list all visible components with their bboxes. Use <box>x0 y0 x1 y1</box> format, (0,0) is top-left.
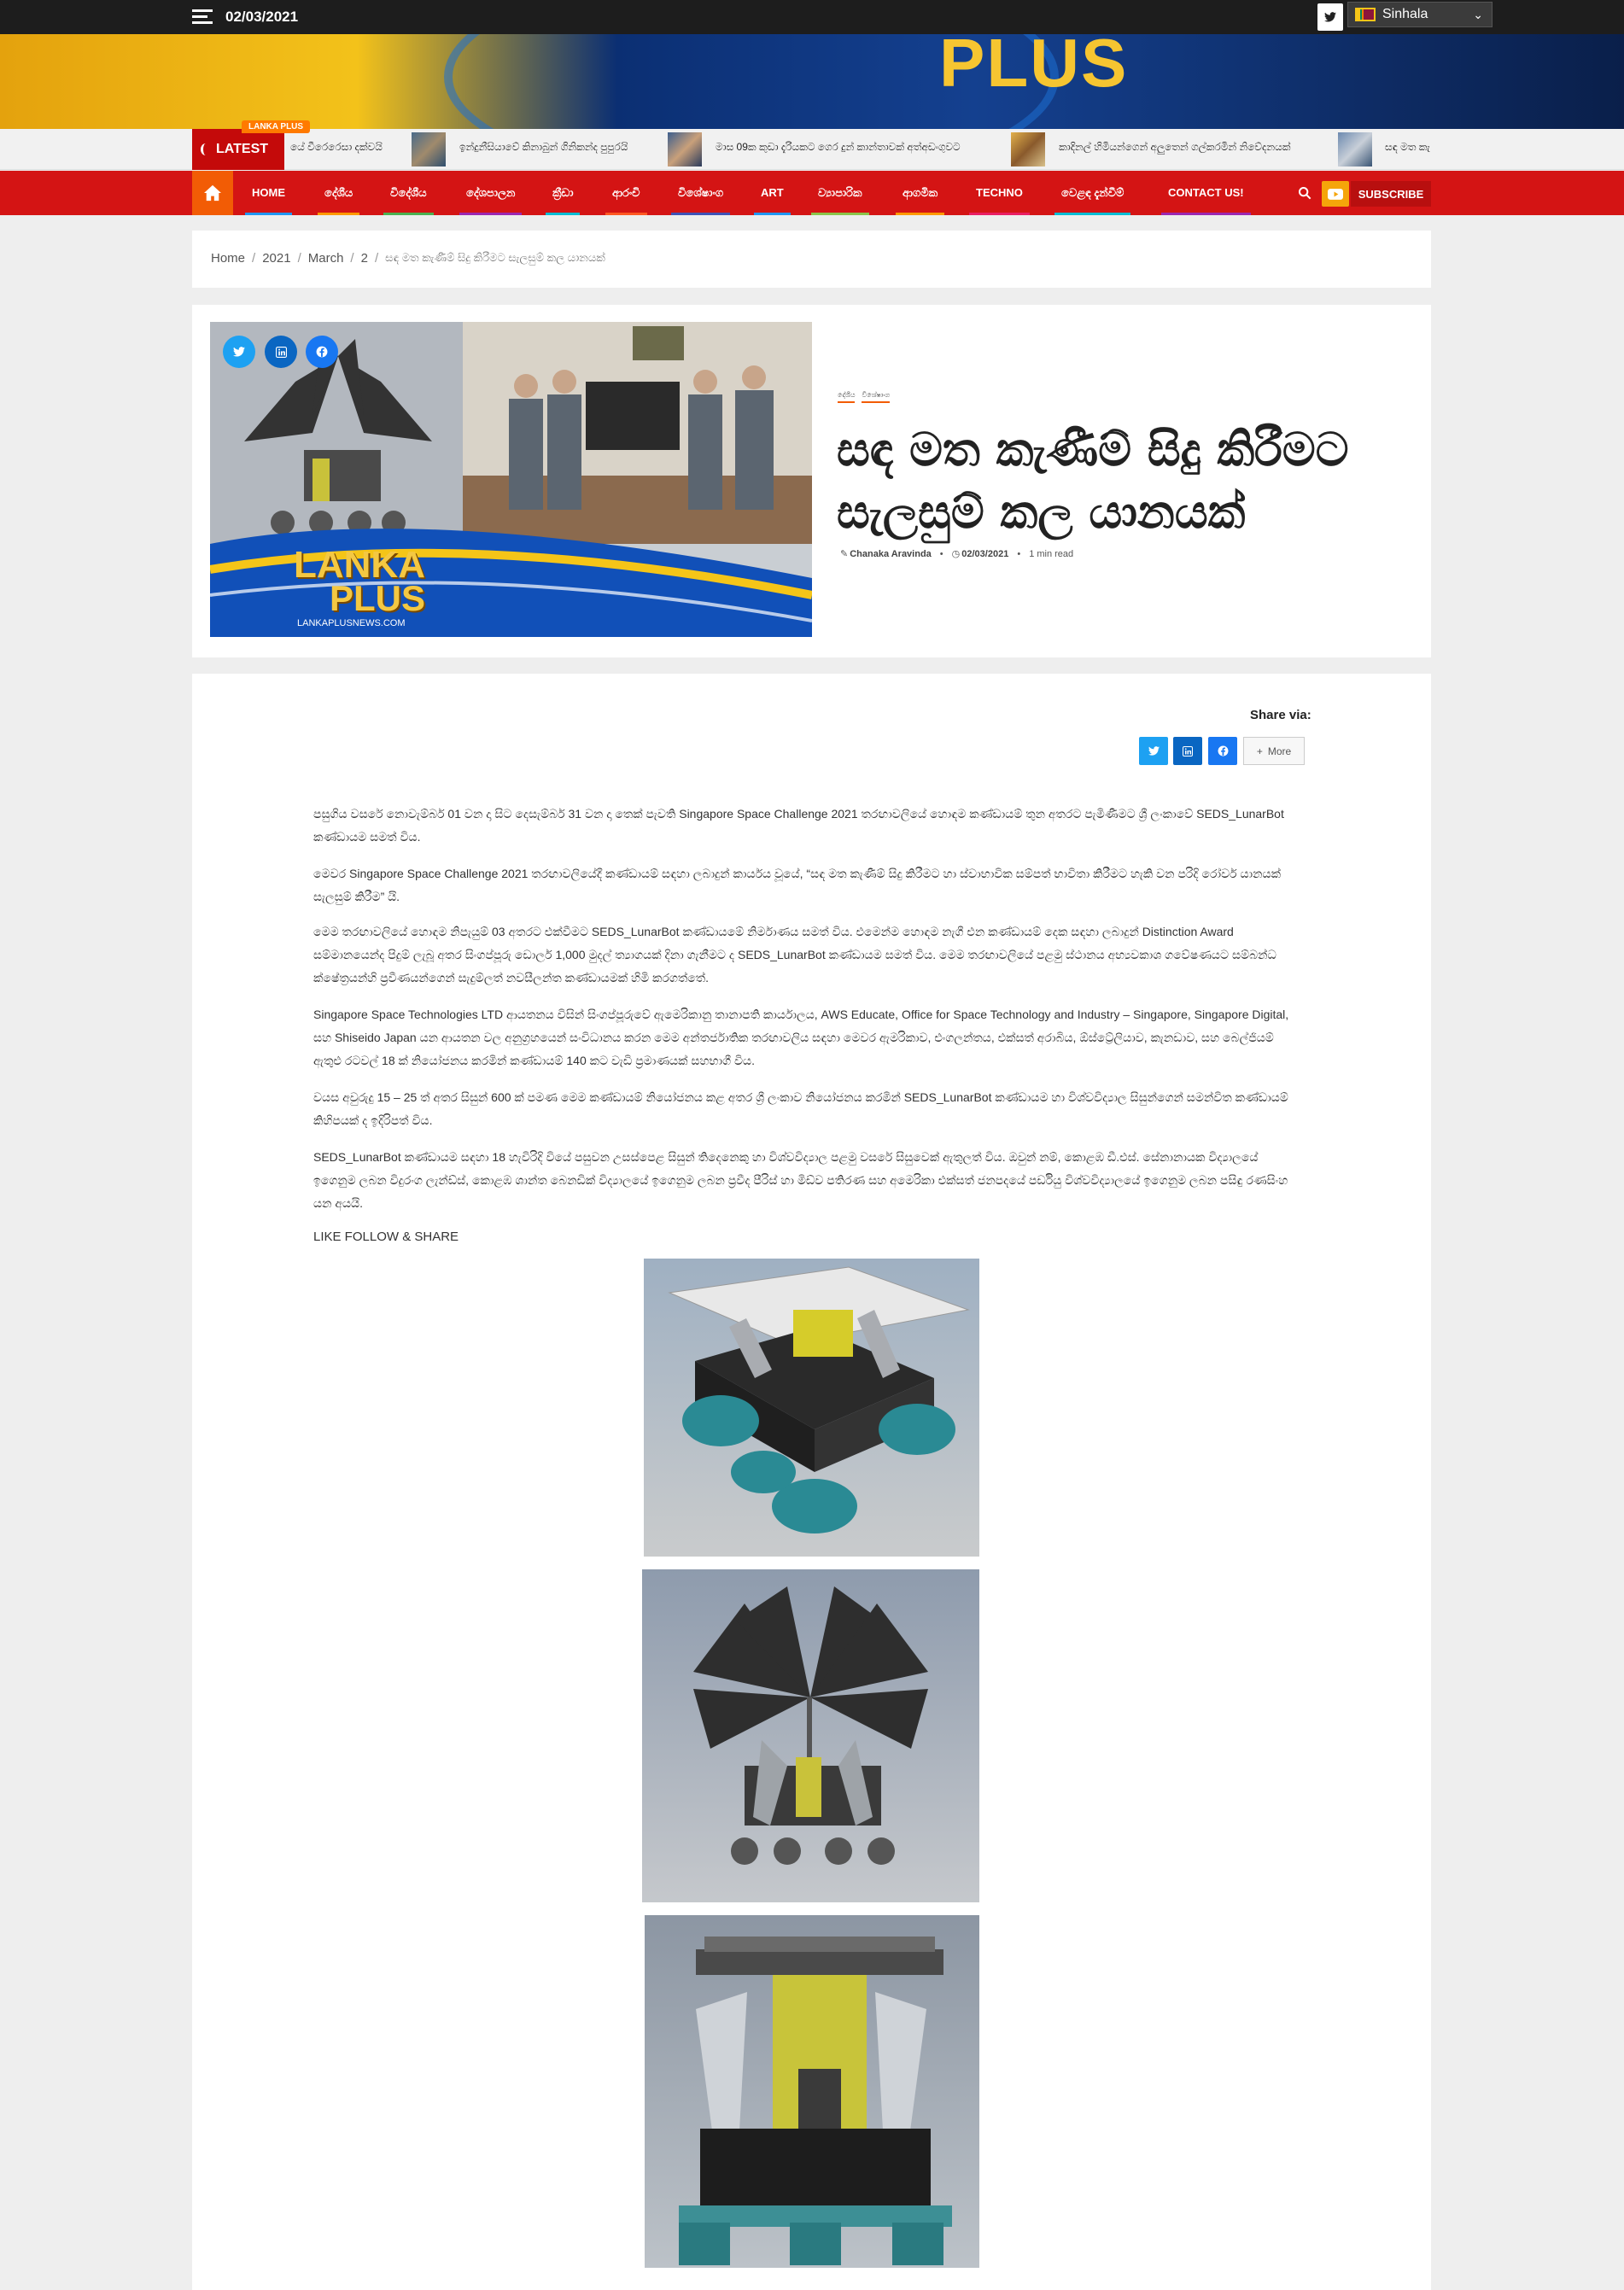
home-icon[interactable] <box>192 171 233 215</box>
ticker-item[interactable]: ඉන්දුනීසියාවේ කිනාබුන් ගිනිකන්ද පුපුරයි <box>459 141 628 154</box>
nav-item-sports[interactable]: ක්‍රීඩා <box>545 171 581 215</box>
nav-item-techno[interactable]: TECHNO <box>969 171 1030 215</box>
twitter-icon[interactable] <box>1317 3 1343 31</box>
rover-image-1[interactable] <box>644 1259 979 1557</box>
more-share-button[interactable]: + More <box>1243 737 1305 765</box>
hero-logo-bottom: PLUS <box>330 578 426 618</box>
language-label: Sinhala <box>1382 7 1428 21</box>
nav-item-art[interactable]: ART <box>754 171 791 215</box>
facebook-share-icon[interactable] <box>306 336 338 368</box>
article-paragraph: මෙවර Singapore Space Challenge 2021 තරඟා… <box>313 867 1281 903</box>
plus-icon: + <box>1256 745 1263 757</box>
category-link[interactable]: විශේෂාංග <box>862 391 891 403</box>
nav-item-news[interactable]: ආරංචි <box>605 171 646 215</box>
latest-label: LATEST <box>192 129 284 170</box>
facebook-share-button[interactable] <box>1208 737 1237 765</box>
ticker-thumbnail[interactable] <box>412 132 446 166</box>
youtube-icon[interactable] <box>1322 181 1349 207</box>
read-time: 1 min read <box>1029 548 1074 559</box>
rover-image-2[interactable] <box>642 1569 979 1902</box>
clock-icon: ◷ <box>951 549 961 559</box>
share-via-label: Share via: <box>1250 708 1311 722</box>
nav-item-politics[interactable]: දේශපාලන <box>459 171 523 215</box>
nav-item-foreign[interactable]: විදේශීය <box>383 171 434 215</box>
site-logo[interactable]: PLUS <box>939 29 1128 97</box>
author-link[interactable]: Chanaka Aravinda <box>850 549 932 559</box>
top-date: 02/03/2021 <box>225 9 299 25</box>
pencil-icon: ✎ <box>840 549 849 559</box>
nav-item-local[interactable]: දේශීය <box>317 171 360 215</box>
ticker-thumbnail[interactable] <box>1011 132 1045 166</box>
ticker-thumbnail[interactable] <box>1338 132 1372 166</box>
post-date: 02/03/2021 <box>961 548 1009 559</box>
twitter-share-button[interactable] <box>1139 737 1168 765</box>
header-banner[interactable] <box>0 34 1624 129</box>
article-paragraph: මෙම තරඟාවලියේ හොඳම නිපැයුම් 03 අතරට එක්ව… <box>313 925 1276 984</box>
ticker-item[interactable]: මාස 09ක කුඩා දැරියකට ගෙර දුන් කාන්තාවක් … <box>716 141 961 154</box>
nav-item-contact[interactable]: CONTACT US! <box>1161 171 1251 215</box>
linkedin-share-icon[interactable] <box>265 336 297 368</box>
article-title: සඳ මත කැණීම් සිදු කිරීමට සැලසුම් කල යානය… <box>837 422 1349 539</box>
breadcrumb-day[interactable]: 2 <box>361 251 368 266</box>
article-paragraph: SEDS_LunarBot කණ්ඩායම සඳහා 18 හැවිරිදි ව… <box>313 1150 1288 1210</box>
nav-item-religion[interactable]: ආගමික <box>895 171 945 215</box>
linkedin-share-button[interactable] <box>1173 737 1202 765</box>
twitter-share-icon[interactable] <box>223 336 255 368</box>
ticker-item[interactable]: සඳ මත කැ <box>1385 141 1430 154</box>
article-paragraph: Singapore Space Technologies LTD ආයතනය ව… <box>313 1008 1289 1067</box>
article-paragraph: වයස අවුරුදු 15 – 25 ත් අතර සිසුන් 600 ක්… <box>313 1090 1288 1127</box>
article-paragraph: පසුගිය වසරේ නොවැම්බර් 01 වන දා සිට දෙසැම… <box>313 807 1284 844</box>
rover-image-3[interactable] <box>645 1915 979 2268</box>
language-select[interactable]: Sinhala ⌄ <box>1347 2 1493 27</box>
breadcrumb-month[interactable]: March <box>308 251 344 266</box>
category-link[interactable]: දේශීය <box>838 391 856 403</box>
breadcrumb-home[interactable]: Home <box>211 251 245 266</box>
nav-item-features[interactable]: විශේෂාංග <box>670 171 731 215</box>
breadcrumb-current: සඳ මත කැණීම් සිදු කිරීමට සැලසුම් කල යානය… <box>385 251 605 264</box>
featured-image[interactable]: LANKA PLUS LANKAPLUSNEWS.COM <box>210 322 812 637</box>
ticker-item[interactable]: යේ වීරෙරෙසා දක්වයි <box>290 141 383 154</box>
latest-tag: LANKA PLUS <box>242 120 311 133</box>
nav-item-home[interactable]: HOME <box>245 171 292 215</box>
sri-lanka-flag-icon <box>1355 8 1376 21</box>
follow-share-text: LIKE FOLLOW & SHARE <box>313 1230 459 1244</box>
chevron-down-icon: ⌄ <box>1473 7 1483 21</box>
ticker-thumbnail[interactable] <box>668 132 702 166</box>
breadcrumb-year[interactable]: 2021 <box>262 251 290 266</box>
nav-item-business[interactable]: ව්‍යාපාරික <box>811 171 869 215</box>
ticker-item[interactable]: කාදිනල් හිමියන්ගෙන් අලුතෙන් ගල්කරමින් නි… <box>1059 141 1291 154</box>
subscribe-button[interactable]: SUBSCRIBE <box>1351 181 1431 207</box>
pulse-icon <box>201 143 211 155</box>
menu-icon[interactable] <box>192 9 213 25</box>
search-icon[interactable] <box>1298 186 1313 202</box>
category-links: දේශීය විශේෂාංග <box>838 391 891 403</box>
breadcrumb: Home/ 2021/ March/ 2/ සඳ මත කැණීම් සිදු … <box>211 251 605 266</box>
nav-item-ads[interactable]: වෙළඳ දැන්වීම් <box>1054 171 1131 215</box>
article-meta: ✎ Chanaka Aravinda • ◷ 02/03/2021 • 1 mi… <box>840 548 1074 560</box>
hero-site-url: LANKAPLUSNEWS.COM <box>297 618 406 628</box>
